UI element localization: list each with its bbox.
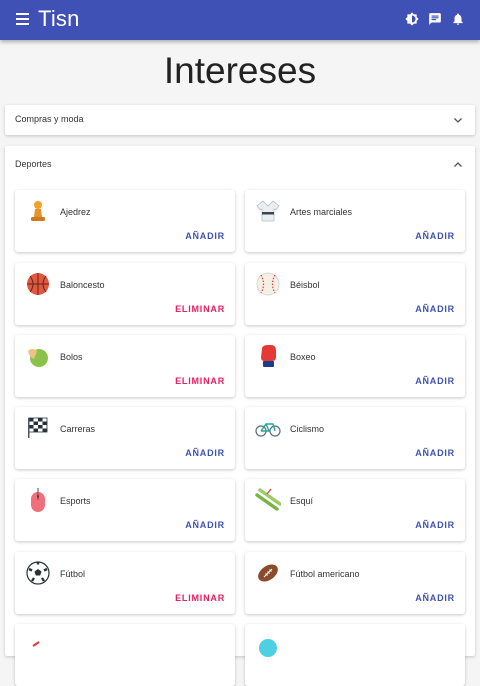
interest-card-bolos: Bolos ELIMINAR xyxy=(15,335,235,397)
interest-card-partial xyxy=(245,624,465,686)
interest-card-esports: Esports AÑADIR xyxy=(15,479,235,541)
card-label: Fútbol xyxy=(60,569,86,579)
american-football-icon xyxy=(258,564,278,582)
card-label: Baloncesto xyxy=(60,280,105,290)
bicycle-icon xyxy=(255,423,281,437)
add-button[interactable]: AÑADIR xyxy=(185,448,225,458)
brightness-icon[interactable] xyxy=(405,12,419,26)
interest-card-ciclismo: Ciclismo AÑADIR xyxy=(245,407,465,469)
interest-card-futbol-americano: Fútbol americano AÑADIR xyxy=(245,552,465,614)
chevron-down-icon[interactable] xyxy=(453,115,463,125)
card-label: Boxeo xyxy=(290,352,316,362)
add-button[interactable]: AÑADIR xyxy=(415,376,455,386)
panel-compras-y-moda: Compras y moda xyxy=(5,105,475,135)
add-button[interactable]: AÑADIR xyxy=(415,231,455,241)
panel-deportes: Deportes Ajedrez AÑADIR Artes marciales … xyxy=(5,146,475,686)
page-title: Intereses xyxy=(163,50,317,91)
menu-icon[interactable] xyxy=(16,13,29,25)
panel-label: Deportes xyxy=(15,159,52,169)
basketball-icon xyxy=(27,273,49,295)
add-button[interactable]: AÑADIR xyxy=(415,304,455,314)
boxing-glove-icon xyxy=(261,345,276,367)
app-title: Tisn xyxy=(38,6,80,31)
add-button[interactable]: AÑADIR xyxy=(185,231,225,241)
card-label: Ciclismo xyxy=(290,424,325,434)
interest-card-artes-marciales: Artes marciales AÑADIR xyxy=(245,190,465,252)
panel-header-deportes[interactable]: Deportes xyxy=(5,146,475,182)
gaming-mouse-icon xyxy=(31,488,45,512)
panel-header-compras-y-moda[interactable]: Compras y moda xyxy=(5,105,475,135)
interest-card-beisbol: Béisbol AÑADIR xyxy=(245,263,465,325)
interest-card-baloncesto: Baloncesto ELIMINAR xyxy=(15,263,235,325)
card-label: Esquí xyxy=(290,496,314,506)
interest-card-partial xyxy=(15,624,235,686)
skis-icon xyxy=(255,488,281,511)
interest-card-ajedrez: Ajedrez AÑADIR xyxy=(15,190,235,252)
add-button[interactable]: AÑADIR xyxy=(415,520,455,530)
add-button[interactable]: AÑADIR xyxy=(415,593,455,603)
card-label: Béisbol xyxy=(290,280,320,290)
baseball-icon xyxy=(256,272,280,296)
sport-icon xyxy=(259,639,277,657)
remove-button[interactable]: ELIMINAR xyxy=(175,376,225,386)
app-bar: Tisn xyxy=(0,0,480,40)
chat-icon[interactable] xyxy=(428,12,442,26)
chevron-up-icon[interactable] xyxy=(453,160,463,170)
card-label: Esports xyxy=(60,496,91,506)
card-label: Artes marciales xyxy=(290,207,353,217)
chess-pawn-icon xyxy=(31,201,45,221)
add-button[interactable]: AÑADIR xyxy=(415,448,455,458)
add-button[interactable]: AÑADIR xyxy=(185,520,225,530)
martial-arts-gi-icon xyxy=(256,200,280,222)
checkered-flag-icon xyxy=(28,417,48,438)
interest-card-carreras: Carreras AÑADIR xyxy=(15,407,235,469)
interest-card-boxeo: Boxeo AÑADIR xyxy=(245,335,465,397)
interest-card-esqui: Esquí AÑADIR xyxy=(245,479,465,541)
remove-button[interactable]: ELIMINAR xyxy=(175,304,225,314)
remove-button[interactable]: ELIMINAR xyxy=(175,593,225,603)
card-label: Ajedrez xyxy=(60,207,91,217)
soccer-ball-icon xyxy=(26,561,50,585)
card-label: Fútbol americano xyxy=(290,569,360,579)
card-label: Carreras xyxy=(60,424,96,434)
bowling-icon xyxy=(28,349,48,367)
interest-card-futbol: Fútbol ELIMINAR xyxy=(15,552,235,614)
bell-icon[interactable] xyxy=(451,12,465,26)
sport-icon xyxy=(32,641,40,647)
panel-label: Compras y moda xyxy=(15,114,84,124)
card-label: Bolos xyxy=(60,352,83,362)
